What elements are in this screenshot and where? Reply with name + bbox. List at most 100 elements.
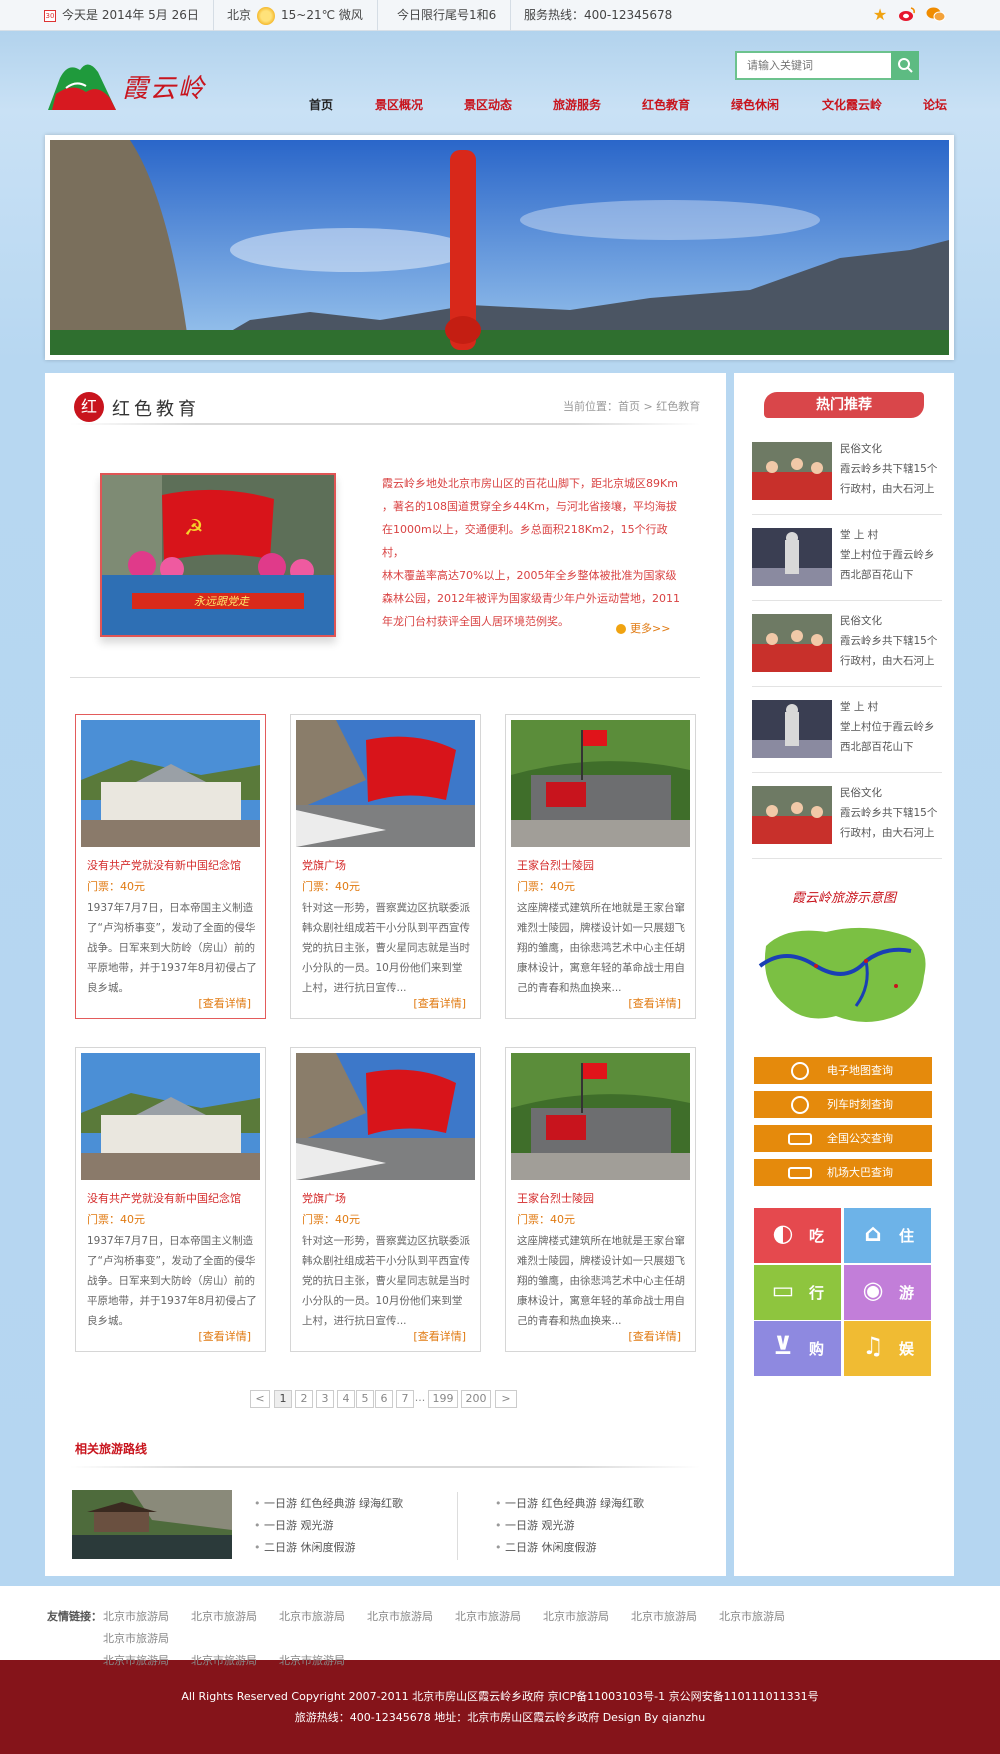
tile-stay[interactable]: ⌂ 住 — [844, 1208, 931, 1263]
friend-link[interactable]: 北京市旅游局 — [279, 1650, 367, 1672]
scenic-card[interactable]: 王家台烈士陵园 门票：40元 这座牌楼式建筑所在地就是王家台窜难烈士陵园，牌楼设… — [505, 714, 696, 1019]
card-price: 门票：40元 — [517, 1213, 575, 1226]
scenic-card[interactable]: 没有共产党就没有新中国纪念馆 门票：40元 1937年7月7日，日本帝国主义制造… — [75, 1047, 266, 1352]
hot-title: 热门推荐 — [764, 392, 924, 418]
route-item[interactable]: • 二日游 休闲度假游 — [254, 1539, 356, 1555]
hot-item[interactable]: 堂 上 村堂上村位于霞云岭乡 西北部百花山下 — [752, 695, 942, 773]
tile-entertain[interactable]: ♫ 娱 — [844, 1321, 931, 1376]
intro-more-link[interactable]: 更多>> — [616, 620, 670, 636]
tile-eat[interactable]: ◐ 吃 — [754, 1208, 841, 1263]
weibo-icon[interactable] — [898, 6, 916, 24]
card-detail-link[interactable]: [查看详情] — [628, 995, 681, 1011]
friend-link[interactable]: 北京市旅游局 — [103, 1650, 191, 1672]
route-item[interactable]: • 一日游 观光游 — [254, 1517, 334, 1533]
card-desc: 1937年7月7日，日本帝国主义制造了“卢沟桥事变”，发动了全面的侵华战争。日军… — [87, 902, 257, 994]
hot-item-category: 民俗文化 — [840, 787, 882, 799]
page-number[interactable]: 5 — [356, 1390, 374, 1408]
globe-icon — [791, 1062, 809, 1080]
card-detail-link[interactable]: [查看详情] — [413, 995, 466, 1011]
card-title[interactable]: 王家台烈士陵园 — [517, 1190, 594, 1206]
nav-item-culture[interactable]: 文化霞云岭 — [822, 96, 882, 113]
hot-item-category: 堂 上 村 — [840, 529, 879, 541]
route-item[interactable]: • 二日游 休闲度假游 — [495, 1539, 597, 1555]
page-next[interactable]: > — [495, 1390, 517, 1408]
card-title[interactable]: 没有共产党就没有新中国纪念馆 — [87, 1190, 241, 1206]
nav-item-red-education[interactable]: 红色教育 — [642, 96, 690, 113]
page-number[interactable]: 1 — [274, 1390, 292, 1408]
date-display: 30 今天是 2014年 5月 26日 — [30, 0, 214, 31]
scenic-card[interactable]: 党旗广场 门票：40元 针对这一形势，晋察冀边区抗联委派韩众剧社组成若干小分队到… — [290, 1047, 481, 1352]
search-button[interactable] — [891, 51, 919, 80]
bus-query-button[interactable]: 全国公交查询 — [754, 1125, 932, 1152]
route-item[interactable]: • 一日游 红色经典游 绿海红歌 — [254, 1495, 403, 1511]
car-icon: ▭ — [771, 1276, 795, 1304]
tourist-map[interactable]: 霞云岭旅游示意图 — [746, 887, 942, 1037]
page-prev[interactable]: < — [250, 1390, 270, 1408]
route-item[interactable]: • 一日游 观光游 — [495, 1517, 575, 1533]
friend-link[interactable]: 北京市旅游局 — [367, 1606, 455, 1628]
logo-text: 霞云岭 — [122, 74, 207, 104]
wechat-icon[interactable] — [926, 6, 946, 24]
hot-item[interactable]: 民俗文化 霞云岭乡共下辖15个 行政村，由大石河上 — [752, 609, 942, 687]
card-title[interactable]: 王家台烈士陵园 — [517, 857, 594, 873]
friend-links-label: 友情链接： — [47, 1610, 102, 1623]
train-icon — [791, 1096, 809, 1114]
coach-icon — [788, 1167, 812, 1179]
hot-item-image — [752, 700, 832, 758]
friend-link[interactable]: 北京市旅游局 — [543, 1606, 631, 1628]
tile-shop[interactable]: ⊻ 购 — [754, 1321, 841, 1376]
card-detail-link[interactable]: [查看详情] — [198, 995, 251, 1011]
card-detail-link[interactable]: [查看详情] — [198, 1328, 251, 1344]
nav-item-forum[interactable]: 论坛 — [923, 96, 947, 113]
hot-item-category: 堂 上 村 — [840, 701, 879, 713]
card-image — [81, 1053, 260, 1180]
airport-bus-query-button[interactable]: 机场大巴查询 — [754, 1159, 932, 1186]
page-number[interactable]: 3 — [316, 1390, 334, 1408]
route-item[interactable]: • 一日游 红色经典游 绿海红歌 — [495, 1495, 644, 1511]
hot-item-category: 民俗文化 — [840, 615, 882, 627]
page-number[interactable]: 6 — [375, 1390, 393, 1408]
page-number[interactable]: 200 — [461, 1390, 491, 1408]
scenic-card[interactable]: 党旗广场 门票：40元 针对这一形势，晋察冀边区抗联委派韩众剧社组成若干小分队到… — [290, 714, 481, 1019]
card-price: 门票：40元 — [87, 1213, 145, 1226]
friend-link[interactable]: 北京市旅游局 — [631, 1606, 719, 1628]
scenic-card[interactable]: 王家台烈士陵园 门票：40元 这座牌楼式建筑所在地就是王家台窜难烈士陵园，牌楼设… — [505, 1047, 696, 1352]
card-title[interactable]: 没有共产党就没有新中国纪念馆 — [87, 857, 241, 873]
tile-tour[interactable]: ◉ 游 — [844, 1265, 931, 1320]
friend-link[interactable]: 北京市旅游局 — [719, 1606, 807, 1628]
card-detail-link[interactable]: [查看详情] — [413, 1328, 466, 1344]
friend-link[interactable]: 北京市旅游局 — [191, 1650, 279, 1672]
train-query-button[interactable]: 列车时刻查询 — [754, 1091, 932, 1118]
nav-item-overview[interactable]: 景区概况 — [375, 96, 423, 113]
page-number[interactable]: 4 — [337, 1390, 355, 1408]
hot-item[interactable]: 堂 上 村堂上村位于霞云岭乡 西北部百花山下 — [752, 523, 942, 601]
nav-item-news[interactable]: 景区动态 — [464, 96, 512, 113]
page-number[interactable]: 199 — [428, 1390, 458, 1408]
card-title[interactable]: 党旗广场 — [302, 857, 346, 873]
hot-item[interactable]: 民俗文化 霞云岭乡共下辖15个 行政村，由大石河上 — [752, 781, 942, 859]
star-icon[interactable]: ★ — [871, 6, 889, 24]
friend-link[interactable]: 北京市旅游局 — [103, 1606, 191, 1628]
scenic-card[interactable]: 没有共产党就没有新中国纪念馆 门票：40元 1937年7月7日，日本帝国主义制造… — [75, 714, 266, 1019]
route-image — [72, 1490, 232, 1559]
nav-item-home[interactable]: 首页 — [309, 96, 333, 113]
map-query-button[interactable]: 电子地图查询 — [754, 1057, 932, 1084]
search-input[interactable] — [737, 53, 887, 78]
nav-item-green-leisure[interactable]: 绿色休闲 — [731, 96, 779, 113]
friend-link[interactable]: 北京市旅游局 — [279, 1606, 367, 1628]
card-image — [511, 720, 690, 847]
tile-travel[interactable]: ▭ 行 — [754, 1265, 841, 1320]
card-detail-link[interactable]: [查看详情] — [628, 1328, 681, 1344]
card-price: 门票：40元 — [517, 880, 575, 893]
card-desc: 1937年7月7日，日本帝国主义制造了“卢沟桥事变”，发动了全面的侵华战争。日军… — [87, 1235, 257, 1327]
card-title[interactable]: 党旗广场 — [302, 1190, 346, 1206]
site-logo[interactable]: 霞云岭 — [46, 54, 216, 116]
hot-item[interactable]: 民俗文化 霞云岭乡共下辖15个 行政村，由大石河上 — [752, 437, 942, 515]
friend-link[interactable]: 北京市旅游局 — [191, 1606, 279, 1628]
nav-item-service[interactable]: 旅游服务 — [553, 96, 601, 113]
card-desc: 这座牌楼式建筑所在地就是王家台窜难烈士陵园，牌楼设计如一只展翅飞翔的雏鹰，由徐悲… — [517, 902, 685, 994]
friend-link[interactable]: 北京市旅游局 — [103, 1628, 191, 1650]
page-number[interactable]: 2 — [295, 1390, 313, 1408]
page-number[interactable]: 7 — [396, 1390, 414, 1408]
friend-link[interactable]: 北京市旅游局 — [455, 1606, 543, 1628]
